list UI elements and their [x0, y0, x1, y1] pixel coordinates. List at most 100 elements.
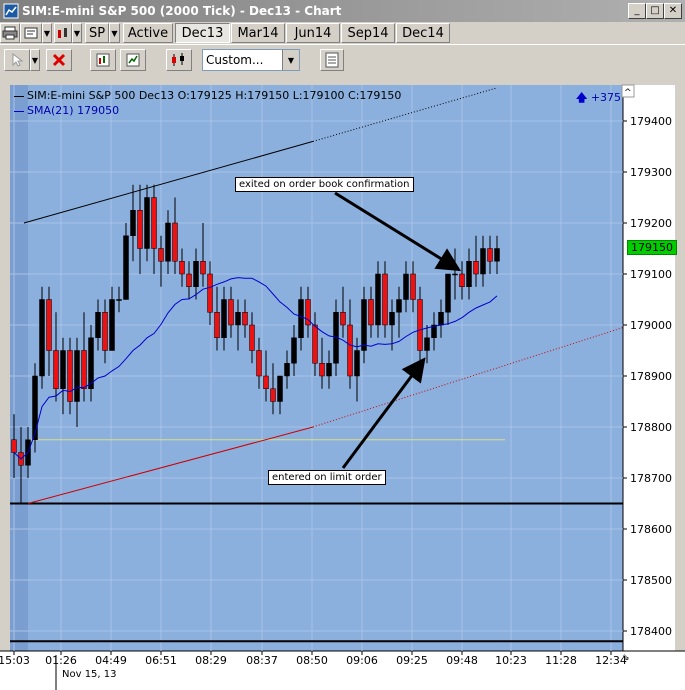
data-box-icon[interactable]	[320, 49, 344, 71]
candle-body	[494, 248, 500, 262]
candle-body	[263, 375, 269, 389]
strategies-icon[interactable]	[120, 49, 146, 71]
candle-body	[11, 439, 17, 453]
tab-label: Jun14	[294, 25, 332, 41]
close-button[interactable]: ✕	[664, 3, 682, 19]
title-bar: SIM:E-mini S&P 500 (2000 Tick) - Dec13 -…	[0, 0, 685, 22]
window-title: SIM:E-mini S&P 500 (2000 Tick) - Dec13 -…	[22, 4, 342, 18]
plot-area	[10, 85, 623, 651]
candle-body	[459, 273, 465, 287]
candle-body	[340, 312, 346, 326]
candle-body	[452, 273, 458, 276]
candle-body	[361, 299, 367, 351]
candle-body	[200, 261, 206, 275]
candle-body	[326, 363, 332, 377]
candle-body	[130, 210, 136, 236]
candle-body	[172, 222, 178, 262]
properties-icon[interactable]	[20, 23, 42, 43]
candle-body	[32, 375, 38, 440]
indicators-icon[interactable]	[54, 23, 72, 43]
candle-body	[270, 388, 276, 402]
candle-body	[144, 197, 150, 249]
price-tick-label: 179000	[630, 319, 672, 332]
price-chart[interactable]: 179400 179300 179200 179100 179000 178900 1788…	[0, 84, 685, 690]
sma-legend-row: SMA(21) 179050	[14, 104, 119, 117]
time-tick-label: 06:51	[145, 654, 177, 667]
candle-body	[193, 261, 199, 287]
price-tick-label: 179200	[630, 217, 672, 230]
time-tick-label: 15:03	[0, 654, 30, 667]
price-tick-label: 179300	[630, 166, 672, 179]
time-tick-label: 09:48	[446, 654, 478, 667]
candle-body	[249, 324, 255, 351]
entry-annotation[interactable]: entered on limit order	[268, 470, 386, 485]
tab-jun14[interactable]: Jun14	[286, 23, 340, 43]
chart-toolbar: ▼ Custom... ▼	[0, 44, 685, 75]
candle-body	[410, 273, 416, 300]
candle-body	[291, 337, 297, 364]
properties-dropdown-icon[interactable]: ▼	[42, 23, 52, 43]
chart-template-select[interactable]: Custom... ▼	[202, 49, 300, 71]
time-tick-label: 09:06	[346, 654, 378, 667]
candle-body	[116, 299, 122, 301]
instrument-toolbar: ▼ ▼ SP ▼ Active Dec13 Mar14 Jun14 Sep14 …	[0, 22, 685, 44]
candle-body	[88, 337, 94, 389]
candle-body	[74, 350, 80, 402]
tab-active[interactable]: Active	[123, 23, 173, 43]
instrument-select[interactable]: SP	[85, 23, 109, 43]
time-tick-label: 01:26	[45, 654, 77, 667]
candle-body	[102, 312, 108, 351]
instrument-swatch	[14, 95, 24, 97]
price-tick-label: 178500	[630, 574, 672, 587]
delete-icon[interactable]	[46, 49, 72, 71]
instrument-label: SP	[88, 25, 106, 41]
tab-mar14[interactable]: Mar14	[231, 23, 285, 43]
sma-swatch	[14, 110, 24, 112]
tab-dec14[interactable]: Dec14	[396, 23, 450, 43]
candlestick-icon[interactable]	[166, 49, 192, 71]
candle-body	[179, 261, 185, 275]
candle-body	[214, 312, 220, 338]
tab-label: Mar14	[237, 25, 279, 41]
time-tick-label: 09:25	[396, 654, 428, 667]
candle-body	[95, 312, 101, 338]
price-tick-label: 179100	[630, 268, 672, 281]
candle-body	[186, 273, 192, 287]
candle-body	[277, 375, 283, 402]
candle-body	[403, 273, 409, 300]
minimize-button[interactable]: _	[628, 3, 646, 19]
chart-header: SIM:E-mini S&P 500 Dec13 O:179125 H:1791…	[27, 89, 402, 102]
candle-body	[375, 273, 381, 326]
app-icon	[3, 3, 19, 19]
exit-annotation[interactable]: exited on order book confirmation	[235, 177, 414, 192]
indicators-dropdown-icon[interactable]: ▼	[72, 23, 82, 43]
candle-body	[39, 299, 45, 377]
sma-legend: SMA(21) 179050	[27, 104, 120, 117]
candle-body	[389, 312, 395, 326]
data-series-icon[interactable]	[90, 49, 116, 71]
price-tick-label: 178600	[630, 523, 672, 536]
candle-body	[298, 299, 304, 338]
candle-body	[109, 299, 115, 351]
candle-body	[53, 350, 59, 389]
price-tick-label: 178700	[630, 472, 672, 485]
price-tick-label: 179400	[630, 115, 672, 128]
candle-body	[165, 222, 171, 262]
candle-body	[123, 235, 129, 300]
candle-body	[466, 261, 472, 287]
candle-body	[480, 248, 486, 275]
arrow-up-icon: 🡅	[576, 91, 588, 104]
pointer-dropdown-icon[interactable]: ▼	[30, 49, 40, 71]
price-tick-label: 178800	[630, 421, 672, 434]
printer-icon[interactable]	[0, 23, 20, 43]
maximize-button[interactable]: □	[646, 3, 664, 19]
instrument-dropdown-icon[interactable]: ▼	[109, 23, 120, 43]
pointer-tool-icon[interactable]	[4, 49, 30, 71]
tab-dec13[interactable]: Dec13	[175, 23, 230, 43]
plot-left-panel	[10, 85, 28, 651]
tab-label: Dec14	[402, 25, 444, 41]
candle-body	[473, 261, 479, 275]
scroll-up-glyph: ^	[624, 88, 632, 98]
candle-body	[151, 197, 157, 249]
tab-sep14[interactable]: Sep14	[341, 23, 395, 43]
